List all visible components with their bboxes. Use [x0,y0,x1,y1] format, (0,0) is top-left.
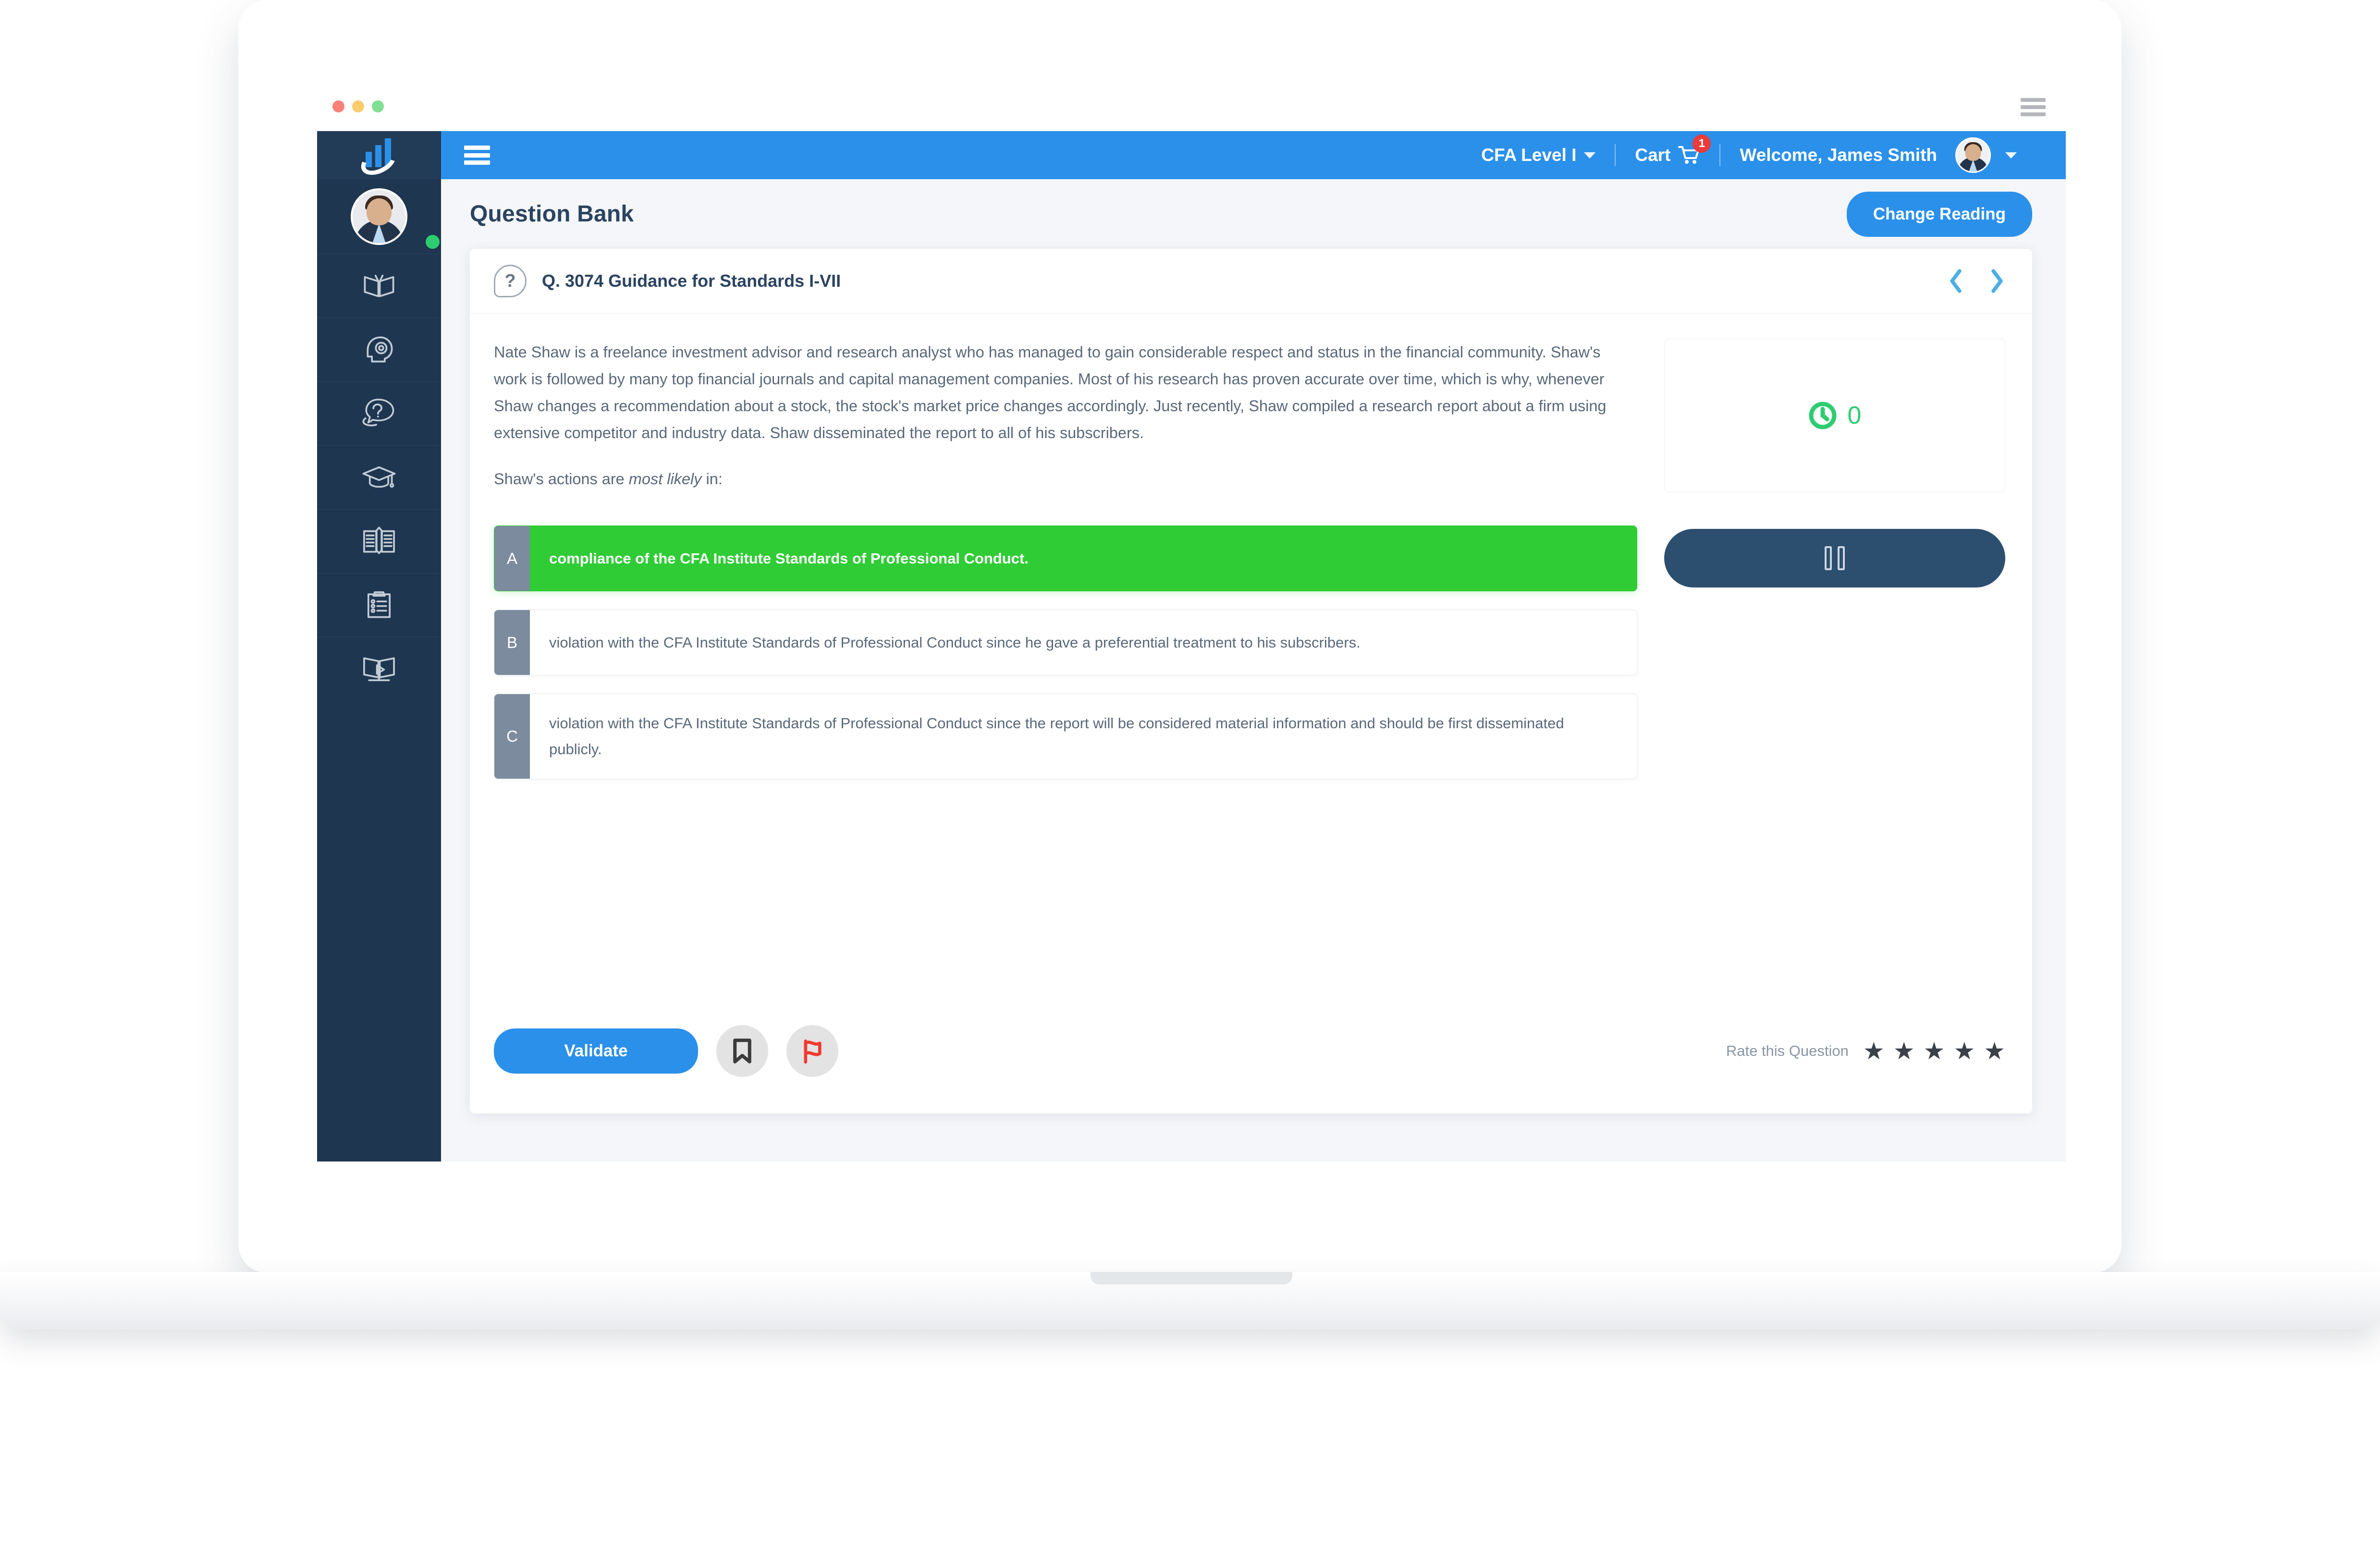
question-card-footer: Validate Rate this Question ★ ★ ★ ★ ★ [470,989,2032,1113]
question-column: Nate Shaw is a freelance investment advi… [494,339,1637,989]
flag-button[interactable] [786,1025,838,1077]
answer-option-b[interactable]: B violation with the CFA Institute Stand… [494,610,1637,675]
welcome-label: Welcome, James Smith [1740,145,1937,165]
change-reading-button[interactable]: Change Reading [1846,191,2032,237]
clock-icon [1809,402,1837,429]
cart-label: Cart [1635,145,1671,165]
cart-icon-wrap: 1 [1678,135,1711,165]
sidebar-item-video-lessons[interactable] [317,637,441,701]
browser-window: CFA Level I Cart 1 Welcome, James Smith … [317,81,2066,1162]
option-letter: A [494,526,530,591]
user-avatar-icon [351,188,407,245]
page-title: Question Bank [470,201,634,227]
star-5[interactable]: ★ [1984,1039,2005,1063]
answer-options: A compliance of the CFA Institute Standa… [494,526,1637,779]
validate-button[interactable]: Validate [494,1028,698,1074]
level-selector[interactable]: CFA Level I [1462,145,1615,165]
sidebar-avatar[interactable] [317,179,441,254]
question-pager [1948,269,2005,293]
prompt-pre: Shaw's actions are [494,470,629,488]
cart-button[interactable]: Cart 1 [1616,135,1719,165]
bookmark-button[interactable] [716,1025,768,1077]
app-logo[interactable] [317,131,441,181]
sidebar-item-study-materials[interactable] [317,254,441,318]
browser-menu-icon[interactable] [2021,98,2046,116]
bookmark-icon [733,1039,751,1064]
browser-titlebar [317,81,2066,131]
topbar-right-group: CFA Level I Cart 1 Welcome, James Smith [1462,131,2036,179]
sidebar-toggle-icon[interactable] [464,146,490,165]
rating-control: Rate this Question ★ ★ ★ ★ ★ [1726,1039,2005,1063]
cart-count-badge: 1 [1693,135,1711,153]
user-avatar-icon [1955,137,1991,173]
minimize-traffic-light[interactable] [352,100,364,112]
prompt-post: in: [701,470,723,488]
pause-icon-bar [1825,546,1832,570]
question-title: Q. 3074 Guidance for Standards I-VII [542,271,841,291]
main-column: CFA Level I Cart 1 Welcome, James Smith … [441,131,2066,1162]
option-text: violation with the CFA Institute Standar… [549,715,1564,758]
star-4[interactable]: ★ [1953,1039,1975,1063]
open-book-icon [361,267,397,305]
option-letter: C [494,694,530,779]
online-status-indicator [426,235,440,249]
bar-chart-swoosh-logo-icon [356,136,401,181]
user-menu[interactable]: Welcome, James Smith [1720,137,2036,173]
traffic-lights [332,100,384,112]
chevron-left-icon[interactable] [1948,269,1964,293]
star-rating[interactable]: ★ ★ ★ ★ ★ [1863,1039,2005,1063]
sidebar-item-practice-tests[interactable] [317,573,441,637]
question-card-body: Nate Shaw is a freelance investment advi… [470,314,2032,989]
option-letter: B [494,610,530,675]
head-gear-icon [361,331,397,369]
question-chat-icon [361,395,397,433]
timer-panel: 0 [1664,339,2005,492]
sidebar-item-question-bank[interactable] [317,381,441,445]
sidebar-item-courses[interactable] [317,445,441,509]
option-text: violation with the CFA Institute Standar… [549,634,1361,651]
question-card-header: ? Q. 3074 Guidance for Standards I-VII [470,249,2032,314]
question-prompt: Shaw's actions are most likely in: [494,470,1637,488]
chevron-right-icon[interactable] [1989,269,2005,293]
sidebar-item-mock-exams[interactable] [317,318,441,381]
question-mark-icon: ? [494,265,527,297]
option-text: compliance of the CFA Institute Standard… [530,526,1637,591]
right-panel: 0 [1664,339,2005,989]
star-2[interactable]: ★ [1893,1039,1915,1063]
pause-button[interactable] [1664,529,2005,587]
rate-label: Rate this Question [1726,1042,1849,1059]
maximize-traffic-light[interactable] [372,100,384,112]
laptop-notch [1091,1272,1292,1284]
answer-option-c[interactable]: C violation with the CFA Institute Stand… [494,694,1637,779]
graduation-cap-icon [361,459,397,497]
sidebar-item-notes[interactable] [317,509,441,573]
prompt-emphasis: most likely [628,470,702,488]
star-3[interactable]: ★ [1924,1039,1945,1063]
chevron-down-icon [1584,152,1596,159]
close-traffic-light[interactable] [332,100,344,112]
pause-icon-bar [1838,546,1845,570]
left-sidebar [317,131,441,1162]
book-video-icon [361,650,397,688]
content-area: ? Q. 3074 Guidance for Standards I-VII N… [441,249,2066,1162]
app-shell: CFA Level I Cart 1 Welcome, James Smith … [317,131,2066,1162]
question-body-text: Nate Shaw is a freelance investment advi… [494,343,1607,441]
page-header: Question Bank Change Reading [441,179,2066,249]
level-label: CFA Level I [1481,145,1577,165]
star-1[interactable]: ★ [1863,1039,1885,1063]
question-card: ? Q. 3074 Guidance for Standards I-VII N… [470,249,2032,1113]
book-pencil-icon [361,523,397,561]
clipboard-checklist-icon [361,587,397,624]
chevron-down-icon [2005,152,2017,159]
flag-icon [804,1039,822,1064]
answer-option-a[interactable]: A compliance of the CFA Institute Standa… [494,526,1637,591]
timer-value: 0 [1847,402,1862,429]
top-navbar: CFA Level I Cart 1 Welcome, James Smith [441,131,2066,179]
